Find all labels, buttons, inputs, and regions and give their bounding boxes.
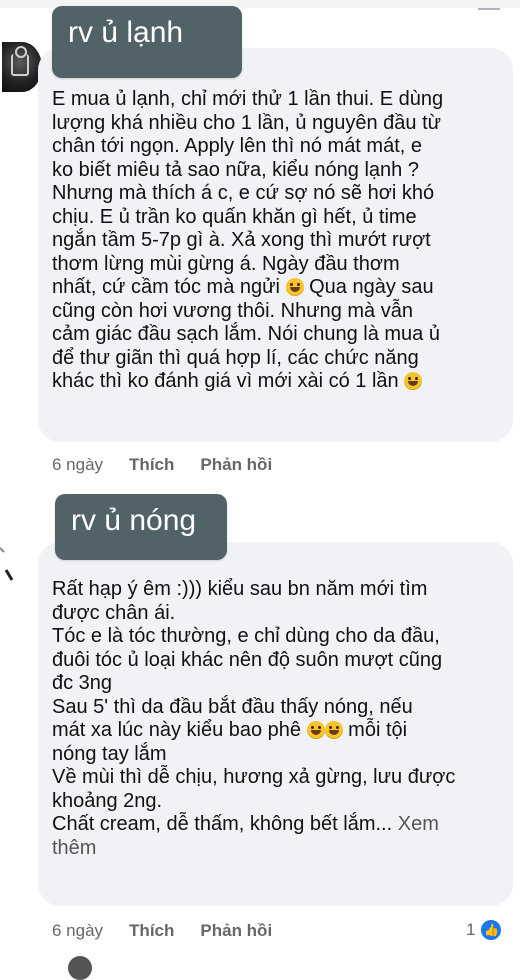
comment-actions: 6 ngày Thích Phản hồi — [52, 455, 272, 475]
comment-actions: 6 ngày Thích Phản hồi — [52, 921, 272, 941]
comment-text-part: E mua ủ lạnh, chỉ mới thử 1 lần thui. E … — [52, 88, 444, 298]
reply-link[interactable]: Phản hồi — [200, 455, 272, 475]
like-link[interactable]: Thích — [129, 455, 174, 475]
review-label: rv ủ lạnh — [52, 6, 242, 78]
comment-time[interactable]: 6 ngày — [52, 921, 103, 941]
logo-icon — [11, 46, 29, 76]
review-label: rv ủ nóng — [55, 494, 227, 560]
comment-time[interactable]: 6 ngày — [52, 455, 103, 475]
like-link[interactable]: Thích — [129, 921, 174, 941]
reaction-count-text: 1 — [466, 920, 476, 939]
like-icon: 👍 — [479, 918, 504, 942]
laughing-emoji-icon — [306, 721, 325, 739]
grinning-emoji-icon — [404, 372, 423, 390]
see-more-link[interactable]: Xem — [398, 813, 439, 835]
comment-text-part: Rất hạp ý êm :))) kiểu sau bn năm mới tì… — [52, 578, 443, 741]
review-label-text: rv ủ nóng — [71, 504, 197, 537]
laughing-emoji-icon — [285, 278, 304, 296]
see-more-link[interactable]: thêm — [52, 837, 96, 859]
avatar-sketch-icon — [0, 547, 14, 581]
comment-text: Rất hạp ý êm :))) kiểu sau bn năm mới tì… — [52, 578, 512, 860]
review-label-text: rv ủ lạnh — [68, 16, 184, 49]
avatar[interactable] — [68, 956, 92, 980]
reply-link[interactable]: Phản hồi — [200, 921, 272, 941]
avatar[interactable] — [0, 540, 20, 584]
menu-icon — [478, 0, 500, 10]
laughing-emoji-icon — [324, 721, 343, 739]
avatar[interactable] — [2, 42, 42, 92]
comment-text: E mua ủ lạnh, chỉ mới thử 1 lần thui. E … — [52, 88, 512, 394]
reaction-count[interactable]: 1 👍 — [466, 918, 504, 942]
